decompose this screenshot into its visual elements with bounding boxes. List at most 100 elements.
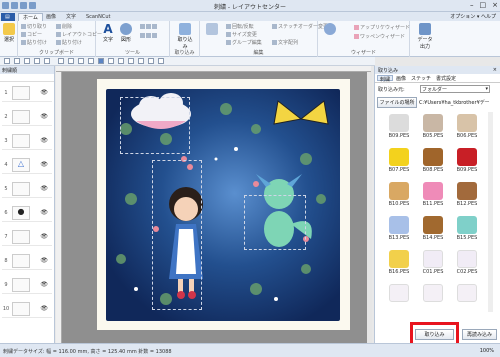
pattern-grid-scrollbar[interactable] <box>488 112 493 312</box>
text-tool-button[interactable]: A 文字 <box>100 23 116 43</box>
import-from-select[interactable]: フォルダー ▾ <box>420 85 490 93</box>
pattern-item[interactable]: B09.PES <box>384 112 414 145</box>
pattern-name: B08.PES <box>422 167 444 173</box>
eye-icon[interactable]: 👁 <box>40 113 48 120</box>
list-item[interactable]: 2 👁 <box>2 108 52 126</box>
pattern-item[interactable]: B09.PES <box>452 146 482 179</box>
toolbar-icon-8[interactable] <box>78 58 84 64</box>
pattern-item[interactable]: B07.PES <box>384 146 414 179</box>
toolbar-icon-13[interactable] <box>128 58 134 64</box>
selection-box-2[interactable] <box>152 160 202 310</box>
pattern-item[interactable] <box>384 282 414 315</box>
toolbar-icon-2[interactable] <box>14 58 20 64</box>
eye-icon[interactable]: 👁 <box>40 161 48 168</box>
folder-location-button[interactable]: ファイルの場所 <box>377 97 417 108</box>
data-output-button[interactable]: データ出力 <box>417 23 433 50</box>
toolbar-icon-3[interactable] <box>24 58 30 64</box>
close-icon[interactable]: × <box>493 67 497 73</box>
pattern-item[interactable] <box>452 282 482 315</box>
minimize-icon[interactable]: – <box>470 1 474 9</box>
tab-embroidery[interactable]: 刺繍 <box>377 75 394 83</box>
toolbar-icon-1[interactable] <box>4 58 10 64</box>
group-edit-button[interactable]: グループ編集 <box>226 39 262 46</box>
file-menu-button[interactable]: ▤ <box>1 13 15 21</box>
pattern-item[interactable]: B05.PES <box>418 112 448 145</box>
selection-box-3[interactable] <box>244 195 306 250</box>
tab-format[interactable]: 書式設定 <box>434 75 458 82</box>
pattern-item[interactable]: B06.PES <box>452 112 482 145</box>
pattern-item[interactable]: B11.PES <box>418 180 448 213</box>
cut-button[interactable]: 切り取り <box>21 23 47 30</box>
eye-icon[interactable]: 👁 <box>40 89 48 96</box>
maximize-icon[interactable]: □ <box>480 1 487 9</box>
pattern-item[interactable]: B14.PES <box>418 214 448 247</box>
toolbar-icon-9[interactable] <box>88 58 94 64</box>
import-ribbon-button[interactable]: 取り込み <box>177 23 193 50</box>
copy-button[interactable]: コピー <box>21 31 42 38</box>
edit-big-button[interactable] <box>204 23 220 36</box>
eye-icon[interactable]: 👁 <box>40 233 48 240</box>
tab-image-import[interactable]: 画像 <box>394 75 408 82</box>
select-button[interactable]: 選択 <box>1 23 17 43</box>
toolbar-icon-14[interactable] <box>138 58 144 64</box>
paste-2-button[interactable]: 貼り付け <box>56 39 82 46</box>
stitch-order-tools[interactable] <box>0 74 54 82</box>
applique-wizard-button[interactable]: アップリケウィザード <box>354 24 410 31</box>
pattern-item[interactable]: B12.PES <box>452 180 482 213</box>
pattern-item[interactable]: B13.PES <box>384 214 414 247</box>
toolbar-icon-12[interactable] <box>118 58 124 64</box>
list-item[interactable]: 1 👁 <box>2 84 52 102</box>
tool-small-1[interactable] <box>140 24 158 30</box>
pattern-item[interactable]: C01.PES <box>418 248 448 281</box>
toolbar-icon-7[interactable] <box>68 58 74 64</box>
toolbar-icon-6[interactable] <box>58 58 64 64</box>
pattern-item[interactable]: B16.PES <box>384 248 414 281</box>
pattern-item[interactable]: B08.PES <box>418 146 448 179</box>
toolbar-icon-15[interactable] <box>148 58 154 64</box>
rotate-button[interactable]: 回転/反転 <box>226 23 254 30</box>
list-item[interactable]: 4 △ 👁 <box>2 156 52 174</box>
list-item[interactable]: 7 👁 <box>2 228 52 246</box>
eye-icon[interactable]: 👁 <box>40 281 48 288</box>
pattern-item[interactable]: B15.PES <box>452 214 482 247</box>
window-controls[interactable]: – □ × <box>470 1 498 9</box>
list-item[interactable]: 10 👁 <box>2 300 52 318</box>
tool-small-2[interactable] <box>140 33 158 39</box>
options-help[interactable]: オプション ▾ ヘルプ <box>450 13 496 20</box>
toolbar-icon-11[interactable] <box>108 58 114 64</box>
text-array-button[interactable]: 文字配列 <box>272 39 298 46</box>
toolbar-icon-5[interactable] <box>44 58 50 64</box>
selection-box-1[interactable] <box>120 97 190 154</box>
list-item[interactable]: 8 👁 <box>2 252 52 270</box>
pattern-item[interactable] <box>418 282 448 315</box>
zoom-level[interactable]: 100% <box>480 348 494 354</box>
reload-button[interactable]: 再読み込み <box>462 329 497 340</box>
eye-icon[interactable]: 👁 <box>40 137 48 144</box>
canvas-vertical-scrollbar[interactable] <box>367 72 372 343</box>
toolbar-icon-4[interactable] <box>34 58 40 64</box>
eye-icon[interactable]: 👁 <box>40 305 48 312</box>
list-item[interactable]: 9 👁 <box>2 276 52 294</box>
tab-text[interactable]: 文字 <box>62 13 80 21</box>
tab-scanncut[interactable]: ScanNCut <box>82 13 115 21</box>
list-item[interactable]: 6 ● 👁 <box>2 204 52 222</box>
eye-icon[interactable]: 👁 <box>40 209 48 216</box>
pattern-item[interactable]: B10.PES <box>384 180 414 213</box>
delete-button[interactable]: 削除 <box>56 23 72 30</box>
wizard-big-button[interactable] <box>322 23 338 36</box>
resize-button[interactable]: サイズ変更 <box>226 31 257 38</box>
list-item[interactable]: 3 👁 <box>2 132 52 150</box>
shape-tool-button[interactable]: 図形 <box>118 23 134 43</box>
tab-home[interactable]: ホーム <box>18 13 43 21</box>
paste-button[interactable]: 貼り付け <box>21 39 47 46</box>
tab-image[interactable]: 画像 <box>42 13 60 21</box>
tab-stitch[interactable]: ステッチ <box>409 75 433 82</box>
close-icon[interactable]: × <box>492 1 498 9</box>
eye-icon[interactable]: 👁 <box>40 185 48 192</box>
pattern-item[interactable]: C02.PES <box>452 248 482 281</box>
eye-icon[interactable]: 👁 <box>40 257 48 264</box>
toolbar-icon-10[interactable] <box>98 58 104 64</box>
toolbar-icon-16[interactable] <box>158 58 164 64</box>
patch-wizard-button[interactable]: ワッペンウィザード <box>354 33 405 40</box>
list-item[interactable]: 5 👁 <box>2 180 52 198</box>
